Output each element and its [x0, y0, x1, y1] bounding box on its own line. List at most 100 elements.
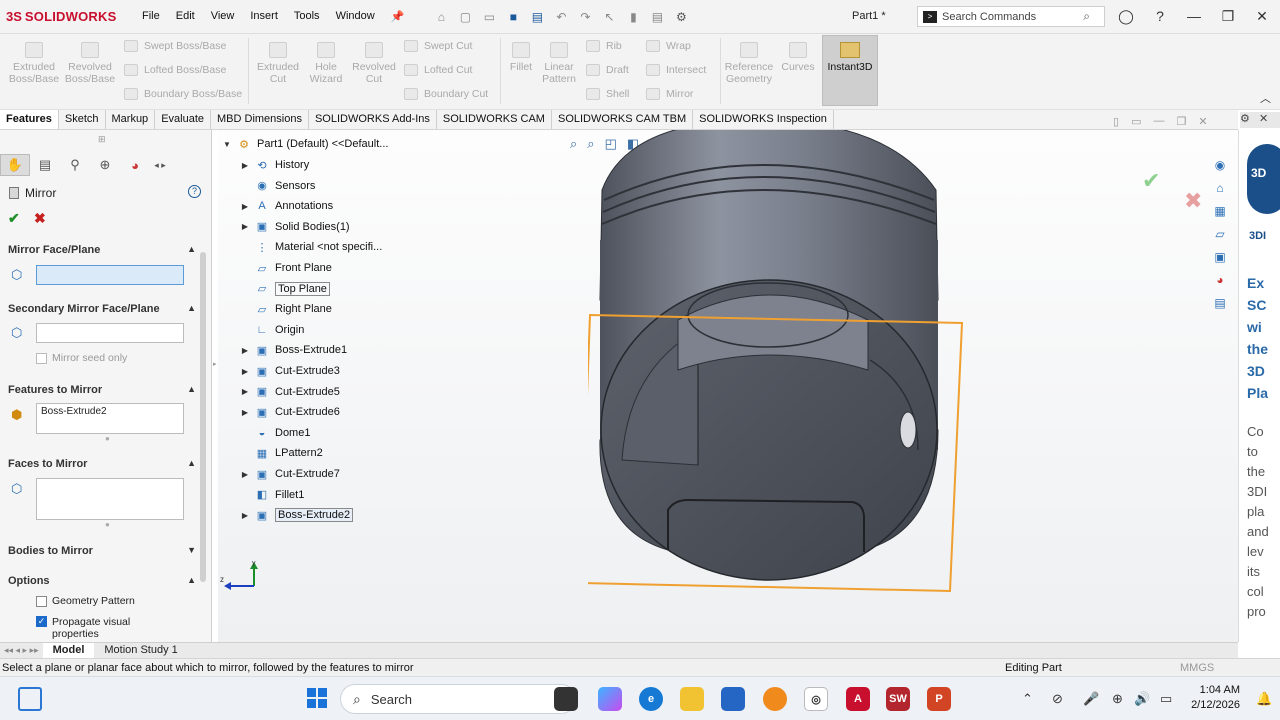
mirror-seed-only-checkbox[interactable]: Mirror seed only	[36, 352, 127, 364]
doc-restore-icon[interactable]: ❐	[1176, 115, 1186, 128]
menu-insert[interactable]: Insert	[242, 10, 286, 23]
store-icon[interactable]	[721, 687, 745, 711]
menu-view[interactable]: View	[203, 10, 243, 23]
tree-item[interactable]: ▶ ▣ Solid Bodies(1)	[236, 217, 350, 237]
bodies-to-mirror-group[interactable]: Bodies to Mirror ▼	[8, 545, 196, 557]
expand-arrow-icon[interactable]: ▶	[236, 222, 254, 231]
tree-item[interactable]: ▶ ▣ Cut-Extrude7	[236, 464, 340, 484]
appearances-scenes-icon[interactable]: ◕	[1210, 270, 1230, 290]
options-gear-icon[interactable]: ⚙	[672, 8, 690, 26]
help-icon[interactable]: ?	[1150, 8, 1170, 25]
options-group[interactable]: Options ▲	[8, 575, 196, 587]
mirror-ribbon-button[interactable]: Mirror	[646, 88, 693, 100]
tree-item[interactable]: ▶ ▣ Cut-Extrude5	[236, 382, 340, 402]
taskpane-close-icon[interactable]: ✕	[1259, 113, 1268, 125]
network-off-icon[interactable]: ⊘	[1052, 691, 1063, 707]
faces-to-mirror-list[interactable]	[36, 478, 184, 520]
tree-item[interactable]: ▦ LPattern2	[236, 443, 323, 463]
pm-scrollbar[interactable]	[200, 252, 206, 582]
autocad-icon[interactable]: A	[846, 687, 870, 711]
file-properties-icon[interactable]: ▤	[648, 8, 666, 26]
split-view-icon[interactable]: ▯	[1113, 115, 1119, 128]
faces-to-mirror-group[interactable]: Faces to Mirror ▲	[8, 458, 196, 470]
tab-solidworks-inspection[interactable]: SOLIDWORKS Inspection	[693, 110, 834, 129]
list-resize-grip-icon[interactable]: ●	[105, 520, 111, 529]
file-explorer-icon[interactable]	[680, 687, 704, 711]
features-to-mirror-item[interactable]: Boss-Extrude2	[41, 406, 107, 417]
file-explorer-icon[interactable]: ▦	[1210, 201, 1230, 221]
tree-item[interactable]: ▶ ▣ Boss-Extrude1	[236, 340, 347, 360]
lofted-boss-button[interactable]: Lofted Boss/Base	[124, 64, 226, 76]
system-clock[interactable]: 1:04 AM 2/12/2026	[1188, 683, 1240, 713]
collapse-chevron-icon[interactable]: ▲	[187, 575, 196, 587]
copilot-icon[interactable]	[598, 687, 622, 711]
open-folder-icon[interactable]: ▭	[480, 8, 498, 26]
collapse-ribbon-chevron-icon[interactable]: ︿	[1260, 90, 1271, 106]
taskpane-settings-icon[interactable]: ⚙	[1240, 113, 1250, 125]
tree-root[interactable]: ▼ ⚙ Part1 (Default) <<Default...	[218, 134, 388, 154]
secondary-mirror-field[interactable]	[36, 323, 184, 343]
curves-button[interactable]: Curves	[778, 42, 818, 73]
menu-file[interactable]: File	[134, 10, 168, 23]
menu-edit[interactable]: Edit	[168, 10, 203, 23]
select-icon[interactable]: ↖	[600, 8, 618, 26]
tree-item[interactable]: ◧ Fillet1	[236, 485, 305, 505]
expand-arrow-icon[interactable]: ▶	[236, 511, 254, 520]
tree-item[interactable]: ◉ Sensors	[236, 176, 315, 196]
tree-item[interactable]: ▱ Front Plane	[236, 258, 332, 278]
geometry-pattern-checkbox[interactable]: Geometry Pattern	[36, 595, 135, 607]
collapse-chevron-icon[interactable]: ▲	[187, 458, 196, 470]
tree-item[interactable]: ▶ A Annotations	[236, 196, 333, 216]
home-icon[interactable]: ⌂	[432, 8, 450, 26]
solidworks-taskbar-icon[interactable]: SW	[886, 687, 910, 711]
tab-solidworks-add-ins[interactable]: SOLIDWORKS Add-Ins	[309, 110, 437, 129]
instant3d-button[interactable]: Instant3D	[822, 35, 878, 106]
design-library-icon[interactable]: ⌂	[1210, 178, 1230, 198]
expand-arrow-icon[interactable]: ▶	[236, 408, 254, 417]
doc-minimize-icon[interactable]: —	[1153, 115, 1164, 128]
minimize-button[interactable]: —	[1184, 8, 1204, 25]
display-manager-tab-icon[interactable]: ◕	[120, 154, 150, 176]
configuration-manager-tab-icon[interactable]: ⚲	[60, 154, 90, 176]
tab-markup[interactable]: Markup	[106, 110, 156, 129]
language-icon[interactable]: ⊕	[1112, 691, 1123, 707]
tab-evaluate[interactable]: Evaluate	[155, 110, 211, 129]
battery-icon[interactable]: ▭	[1160, 691, 1172, 707]
browser-icon[interactable]	[763, 687, 787, 711]
shell-button[interactable]: Shell	[586, 88, 629, 100]
piston-part-model[interactable]	[588, 130, 1048, 610]
tree-item[interactable]: ▶ ▣ Boss-Extrude2	[236, 505, 354, 525]
tree-item[interactable]: ▱ Top Plane	[236, 279, 330, 299]
tree-item[interactable]: ◒ Dome1	[236, 423, 311, 443]
intersect-button[interactable]: Intersect	[646, 64, 706, 76]
show-hidden-icons[interactable]: ⌃	[1022, 691, 1033, 707]
close-button[interactable]: ✕	[1252, 8, 1272, 25]
revolved-cut-button[interactable]: Revolved Cut	[348, 42, 400, 85]
task-view-icon[interactable]	[554, 687, 578, 711]
view-palette-icon[interactable]: ▱	[1210, 224, 1230, 244]
tree-item[interactable]: ▶ ▣ Cut-Extrude6	[236, 402, 340, 422]
hole-wizard-button[interactable]: Hole Wizard	[304, 42, 348, 85]
tab-sketch[interactable]: Sketch	[59, 110, 106, 129]
confirmation-cancel-icon[interactable]: ✖	[1184, 188, 1202, 214]
secondary-mirror-group[interactable]: Secondary Mirror Face/Plane ▲	[8, 303, 196, 315]
unit-system[interactable]: MMGS	[1180, 662, 1214, 674]
swept-cut-button[interactable]: Swept Cut	[404, 40, 472, 52]
rebuild-icon[interactable]: ▮	[624, 8, 642, 26]
volume-icon[interactable]: 🔊	[1134, 691, 1150, 707]
menu-tools[interactable]: Tools	[286, 10, 328, 23]
tree-item[interactable]: ▶ ▣ Cut-Extrude3	[236, 361, 340, 381]
edge-icon[interactable]: e	[639, 687, 663, 711]
redo-icon[interactable]: ↷	[576, 8, 594, 26]
print-icon[interactable]: ▤	[528, 8, 546, 26]
tab-mbd-dimensions[interactable]: MBD Dimensions	[211, 110, 309, 129]
tree-item[interactable]: ⋮ Material <not specifi...	[236, 237, 383, 257]
tree-item[interactable]: ▱ Right Plane	[236, 299, 332, 319]
expand-arrow-icon[interactable]: ▶	[236, 161, 254, 170]
tree-item[interactable]: ∟ Origin	[236, 320, 305, 340]
mirror-face-plane-field[interactable]	[36, 265, 184, 285]
rib-button[interactable]: Rib	[586, 40, 622, 52]
expand-arrow-icon[interactable]: ▶	[236, 367, 254, 376]
undo-icon[interactable]: ↶	[552, 8, 570, 26]
restore-button[interactable]: ❐	[1218, 8, 1238, 25]
